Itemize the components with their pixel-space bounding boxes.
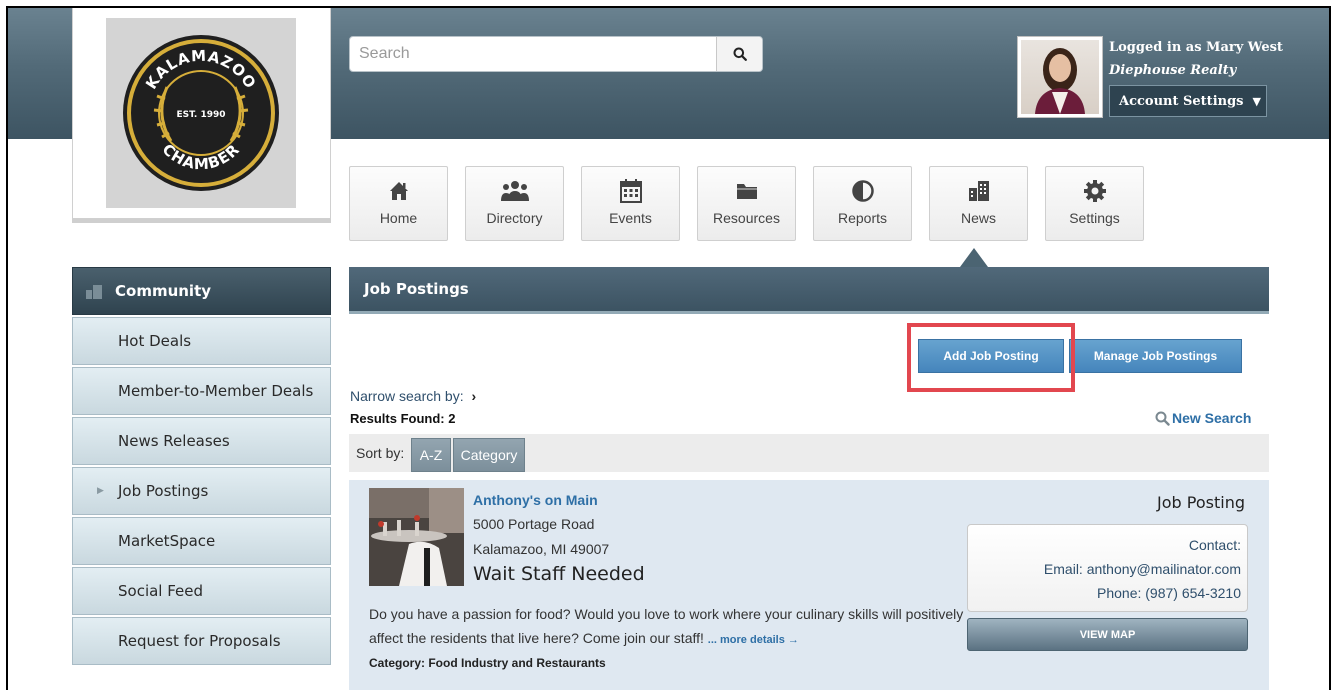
address-line-2: Kalamazoo, MI 49007 bbox=[473, 541, 610, 557]
caret-down-icon: ▼ bbox=[1252, 94, 1261, 108]
sidebar-item-rfp[interactable]: Request for Proposals bbox=[72, 617, 331, 665]
contact-label: Contact: bbox=[1188, 537, 1241, 553]
sidebar-item-label: Member-to-Member Deals bbox=[118, 382, 314, 400]
buildings-icon bbox=[86, 285, 102, 299]
account-settings-button[interactable]: Account Settings ▼ bbox=[1109, 85, 1267, 117]
nav-settings[interactable]: Settings bbox=[1045, 166, 1144, 241]
contact-email[interactable]: Email: anthony@mailinator.com bbox=[968, 557, 1241, 581]
nav-events[interactable]: Events bbox=[581, 166, 680, 241]
avatar[interactable] bbox=[1017, 36, 1103, 118]
sidebar-item-marketspace[interactable]: MarketSpace bbox=[72, 517, 331, 565]
nav-directory[interactable]: Directory bbox=[465, 166, 564, 241]
narrow-search-toggle[interactable]: Narrow search by: › bbox=[350, 388, 476, 404]
sidebar-header-label: Community bbox=[115, 282, 212, 300]
logged-in-text: Logged in as Mary West bbox=[1109, 40, 1283, 55]
company-name: Diephouse Realty bbox=[1109, 63, 1237, 78]
chamber-seal-logo: KALAMAZOO CHAMBER EST. 1990 bbox=[123, 35, 279, 191]
sidebar-item-label: Request for Proposals bbox=[118, 632, 281, 650]
search-icon bbox=[733, 47, 747, 61]
new-search-label: New Search bbox=[1172, 410, 1252, 426]
description-text: Do you have a passion for food? Would yo… bbox=[369, 606, 964, 646]
nav-home[interactable]: Home bbox=[349, 166, 448, 241]
sidebar-item-social-feed[interactable]: Social Feed bbox=[72, 567, 331, 615]
nav-resources[interactable]: Resources bbox=[697, 166, 796, 241]
manage-job-postings-button[interactable]: Manage Job Postings bbox=[1069, 339, 1242, 373]
sidebar-item-news-releases[interactable]: News Releases bbox=[72, 417, 331, 465]
sidebar-item-job-postings[interactable]: ▶ Job Postings bbox=[72, 467, 331, 515]
nav-events-label: Events bbox=[609, 210, 652, 226]
more-details-link[interactable]: ... more details → bbox=[708, 634, 799, 646]
user-photo bbox=[1021, 40, 1099, 114]
account-settings-label: Account Settings bbox=[1119, 93, 1244, 109]
chart-pie-icon bbox=[851, 180, 874, 202]
calendar-icon bbox=[619, 179, 642, 203]
nav-reports-label: Reports bbox=[837, 210, 888, 226]
nav-home-label: Home bbox=[379, 210, 418, 226]
logo-center-text: EST. 1990 bbox=[176, 110, 225, 120]
logo-card[interactable]: KALAMAZOO CHAMBER EST. 1990 bbox=[72, 8, 331, 219]
active-nav-pointer bbox=[960, 248, 988, 267]
sidebar-item-label: Job Postings bbox=[118, 482, 209, 500]
sidebar-item-label: News Releases bbox=[118, 432, 230, 450]
business-name-link[interactable]: Anthony's on Main bbox=[473, 492, 598, 508]
contact-box: Contact: Email: anthony@mailinator.com P… bbox=[967, 524, 1248, 612]
sidebar-header: Community bbox=[72, 267, 331, 315]
nav-news[interactable]: News bbox=[929, 166, 1028, 241]
nav-directory-label: Directory bbox=[486, 210, 543, 226]
listing-thumbnail[interactable] bbox=[369, 488, 464, 586]
posting-description: Do you have a passion for food? Would yo… bbox=[369, 602, 969, 652]
folder-icon bbox=[736, 184, 757, 199]
caret-right-icon: ▶ bbox=[97, 486, 104, 496]
sort-bar: Sort by: A-Z Category bbox=[349, 434, 1269, 472]
posting-category: Category: Food Industry and Restaurants bbox=[369, 656, 606, 670]
sort-az-button[interactable]: A-Z bbox=[411, 438, 451, 472]
view-map-button[interactable]: VIEW MAP bbox=[967, 618, 1248, 651]
nav-news-label: News bbox=[960, 210, 996, 226]
buildings-icon bbox=[968, 181, 989, 201]
logo: KALAMAZOO CHAMBER EST. 1990 bbox=[106, 18, 296, 208]
sidebar-item-label: MarketSpace bbox=[118, 532, 216, 550]
nav-reports[interactable]: Reports bbox=[813, 166, 912, 241]
chevron-right-icon: › bbox=[471, 388, 477, 404]
nav-settings-label: Settings bbox=[1069, 210, 1120, 226]
search-input[interactable] bbox=[350, 37, 716, 71]
gear-icon bbox=[1083, 180, 1106, 202]
page-title: Job Postings bbox=[349, 267, 1269, 314]
sidebar-item-hot-deals[interactable]: Hot Deals bbox=[72, 317, 331, 365]
posting-title: Wait Staff Needed bbox=[473, 563, 645, 585]
sort-category-button[interactable]: Category bbox=[453, 438, 525, 472]
listing-card: Anthony's on Main 5000 Portage Road Kala… bbox=[349, 480, 1269, 690]
new-search-link[interactable]: New Search bbox=[1155, 410, 1251, 426]
results-count: Results Found: 2 bbox=[350, 411, 456, 426]
nav-resources-label: Resources bbox=[713, 210, 780, 226]
magnifier-icon bbox=[1155, 411, 1170, 426]
sidebar-item-label: Social Feed bbox=[118, 582, 204, 600]
highlight-box bbox=[907, 323, 1075, 392]
sidebar-item-label: Hot Deals bbox=[118, 332, 192, 350]
people-icon bbox=[500, 181, 529, 201]
sort-label: Sort by: bbox=[356, 445, 405, 461]
sidebar-item-member-deals[interactable]: Member-to-Member Deals bbox=[72, 367, 331, 415]
narrow-search-label: Narrow search by: bbox=[350, 388, 464, 404]
app-frame: KALAMAZOO CHAMBER EST. 1990 Search Logge… bbox=[6, 6, 1331, 690]
contact-phone: Phone: (987) 654-3210 bbox=[1097, 585, 1241, 601]
search-button[interactable] bbox=[716, 37, 762, 71]
search-box bbox=[349, 36, 763, 72]
address-line-1: 5000 Portage Road bbox=[473, 516, 595, 532]
listing-type-label: Job Posting bbox=[1157, 493, 1245, 512]
home-icon bbox=[389, 182, 408, 200]
